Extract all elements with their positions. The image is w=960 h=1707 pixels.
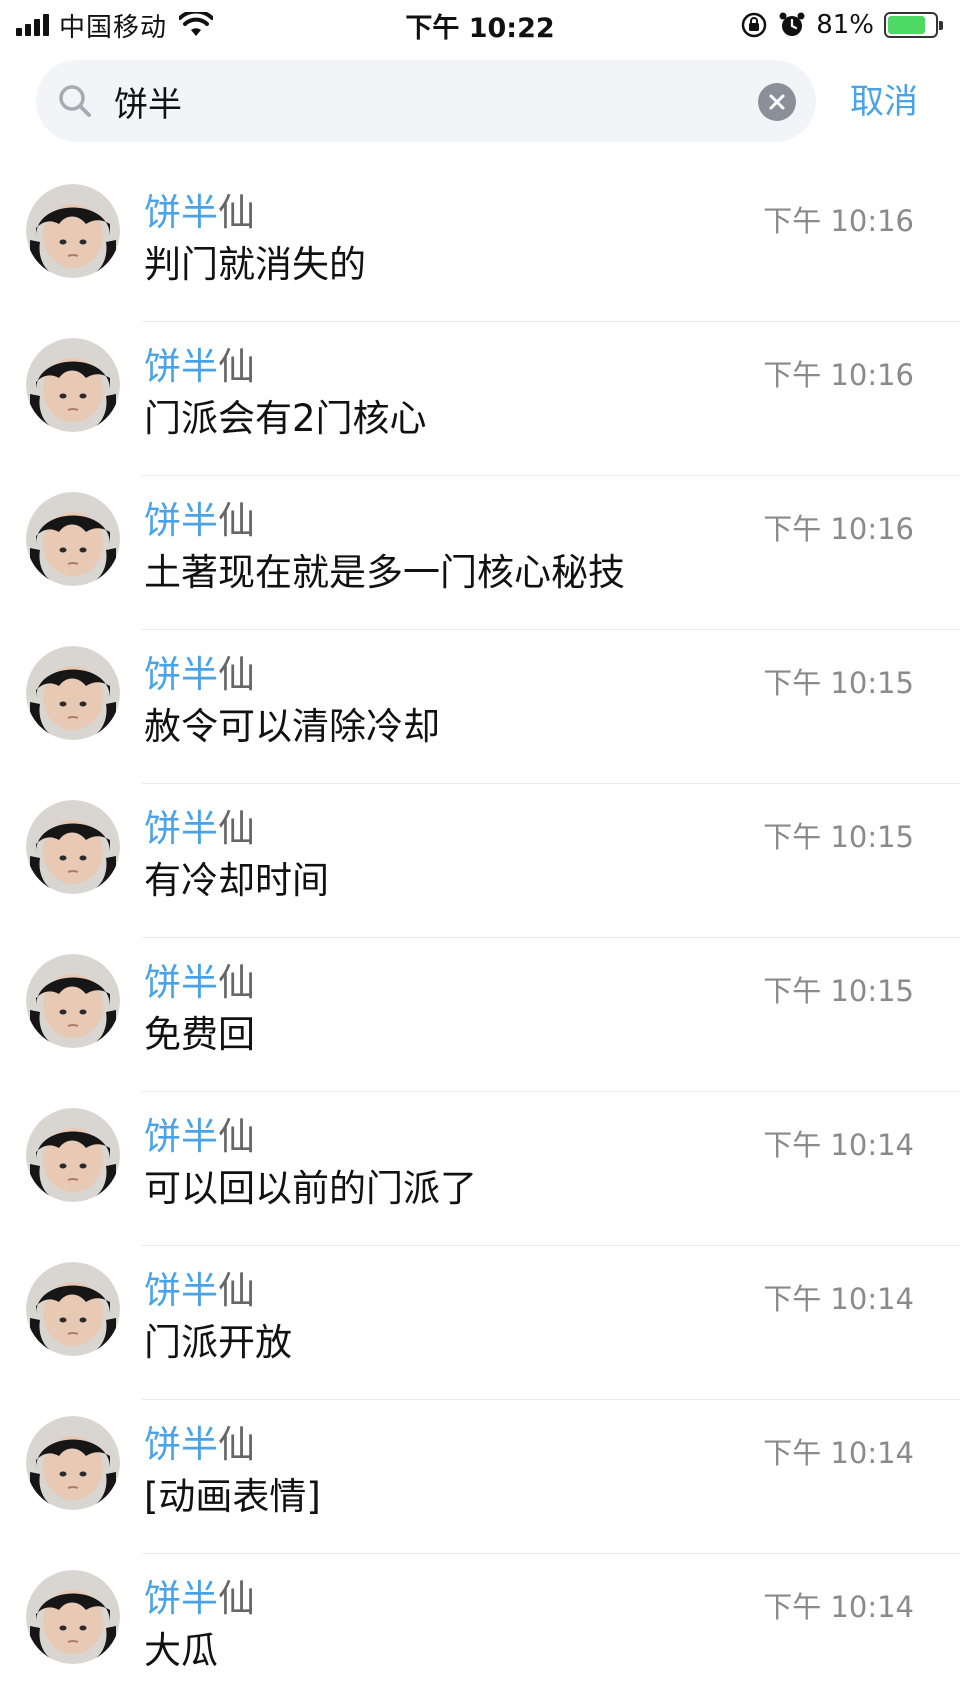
message-text: 门派开放 <box>144 1321 292 1364</box>
message-time: 下午 10:15 <box>763 666 914 700</box>
message-text: 判门就消失的 <box>144 243 366 286</box>
message-text: 免费回 <box>144 1013 255 1056</box>
battery-level-fill <box>888 16 926 34</box>
message-time: 下午 10:15 <box>763 820 914 854</box>
clear-icon[interactable] <box>758 83 796 121</box>
sender-name: 饼半仙 <box>144 1260 255 1314</box>
sender-name-match: 饼半 <box>144 1115 218 1158</box>
battery-charging-icon <box>884 12 943 38</box>
status-bar: 中国移动 下午 10:22 81% <box>0 0 960 50</box>
avatar[interactable] <box>26 954 120 1048</box>
list-item[interactable]: 饼半仙 下午 10:16 判门就消失的 <box>0 168 960 322</box>
avatar[interactable] <box>26 338 120 432</box>
list-item[interactable]: 饼半仙 下午 10:15 免费回 <box>0 938 960 1092</box>
avatar[interactable] <box>26 800 120 894</box>
message-time: 下午 10:16 <box>763 204 914 238</box>
sender-name-match: 饼半 <box>144 191 218 234</box>
list-item[interactable]: 饼半仙 下午 10:15 有冷却时间 <box>0 784 960 938</box>
sender-name-match: 饼半 <box>144 653 218 696</box>
message-time: 下午 10:16 <box>763 358 914 392</box>
message-text: 土著现在就是多一门核心秘技 <box>144 551 625 594</box>
sender-name-rest: 仙 <box>218 191 255 234</box>
sender-name: 饼半仙 <box>144 644 255 698</box>
search-row: 取消 <box>0 58 960 146</box>
message-time: 下午 10:16 <box>763 512 914 546</box>
list-item[interactable]: 饼半仙 下午 10:16 门派会有2门核心 <box>0 322 960 476</box>
message-text: 有冷却时间 <box>144 859 329 902</box>
message-text: 大瓜 <box>144 1629 218 1672</box>
avatar[interactable] <box>26 646 120 740</box>
list-item[interactable]: 饼半仙 下午 10:14 门派开放 <box>0 1246 960 1400</box>
sender-name-rest: 仙 <box>218 499 255 542</box>
sender-name: 饼半仙 <box>144 798 255 852</box>
search-icon <box>59 85 91 117</box>
results-list: 饼半仙 下午 10:16 判门就消失的 饼半仙 下午 10:16 门派会有2门核心 饼半… <box>0 168 960 1707</box>
sender-name-rest: 仙 <box>218 1577 255 1620</box>
sender-name-match: 饼半 <box>144 961 218 1004</box>
sender-name: 饼半仙 <box>144 1568 255 1622</box>
message-text: 赦令可以清除冷却 <box>144 705 440 748</box>
message-text: 可以回以前的门派了 <box>144 1167 477 1210</box>
sender-name-match: 饼半 <box>144 1269 218 1312</box>
sender-name-rest: 仙 <box>218 1423 255 1466</box>
sender-name-rest: 仙 <box>218 653 255 696</box>
message-text: 门派会有2门核心 <box>144 397 427 440</box>
avatar[interactable] <box>26 492 120 586</box>
sender-name: 饼半仙 <box>144 1414 255 1468</box>
sender-name-rest: 仙 <box>218 345 255 388</box>
avatar[interactable] <box>26 1416 120 1510</box>
list-item[interactable]: 饼半仙 下午 10:16 土著现在就是多一门核心秘技 <box>0 476 960 630</box>
alarm-icon <box>779 12 805 36</box>
battery-nub <box>939 21 943 30</box>
avatar[interactable] <box>26 1262 120 1356</box>
search-box[interactable] <box>36 60 816 142</box>
sender-name: 饼半仙 <box>144 182 255 236</box>
sender-name-match: 饼半 <box>144 499 218 542</box>
cancel-button[interactable]: 取消 <box>850 74 918 123</box>
sender-name-rest: 仙 <box>218 1269 255 1312</box>
sender-name-match: 饼半 <box>144 807 218 850</box>
avatar[interactable] <box>26 1570 120 1664</box>
sender-name: 饼半仙 <box>144 490 255 544</box>
sender-name-rest: 仙 <box>218 807 255 850</box>
list-item[interactable]: 饼半仙 下午 10:14 大瓜 <box>0 1554 960 1707</box>
message-time: 下午 10:15 <box>763 974 914 1008</box>
message-time: 下午 10:14 <box>763 1282 914 1316</box>
search-input[interactable] <box>114 74 714 128</box>
message-time: 下午 10:14 <box>763 1128 914 1162</box>
avatar[interactable] <box>26 184 120 278</box>
message-text: [动画表情] <box>144 1475 321 1518</box>
sender-name-match: 饼半 <box>144 1577 218 1620</box>
battery-percent: 81% <box>816 10 874 40</box>
sender-name: 饼半仙 <box>144 1106 255 1160</box>
message-time: 下午 10:14 <box>763 1590 914 1624</box>
sender-name-rest: 仙 <box>218 961 255 1004</box>
message-time: 下午 10:14 <box>763 1436 914 1470</box>
status-right: 81% <box>740 8 943 42</box>
list-item[interactable]: 饼半仙 下午 10:14 [动画表情] <box>0 1400 960 1554</box>
sender-name: 饼半仙 <box>144 336 255 390</box>
sender-name-match: 饼半 <box>144 1423 218 1466</box>
list-item[interactable]: 饼半仙 下午 10:15 赦令可以清除冷却 <box>0 630 960 784</box>
sender-name-match: 饼半 <box>144 345 218 388</box>
sender-name: 饼半仙 <box>144 952 255 1006</box>
avatar[interactable] <box>26 1108 120 1202</box>
list-item[interactable]: 饼半仙 下午 10:14 可以回以前的门派了 <box>0 1092 960 1246</box>
rotation-lock-icon <box>741 12 767 38</box>
sender-name-rest: 仙 <box>218 1115 255 1158</box>
